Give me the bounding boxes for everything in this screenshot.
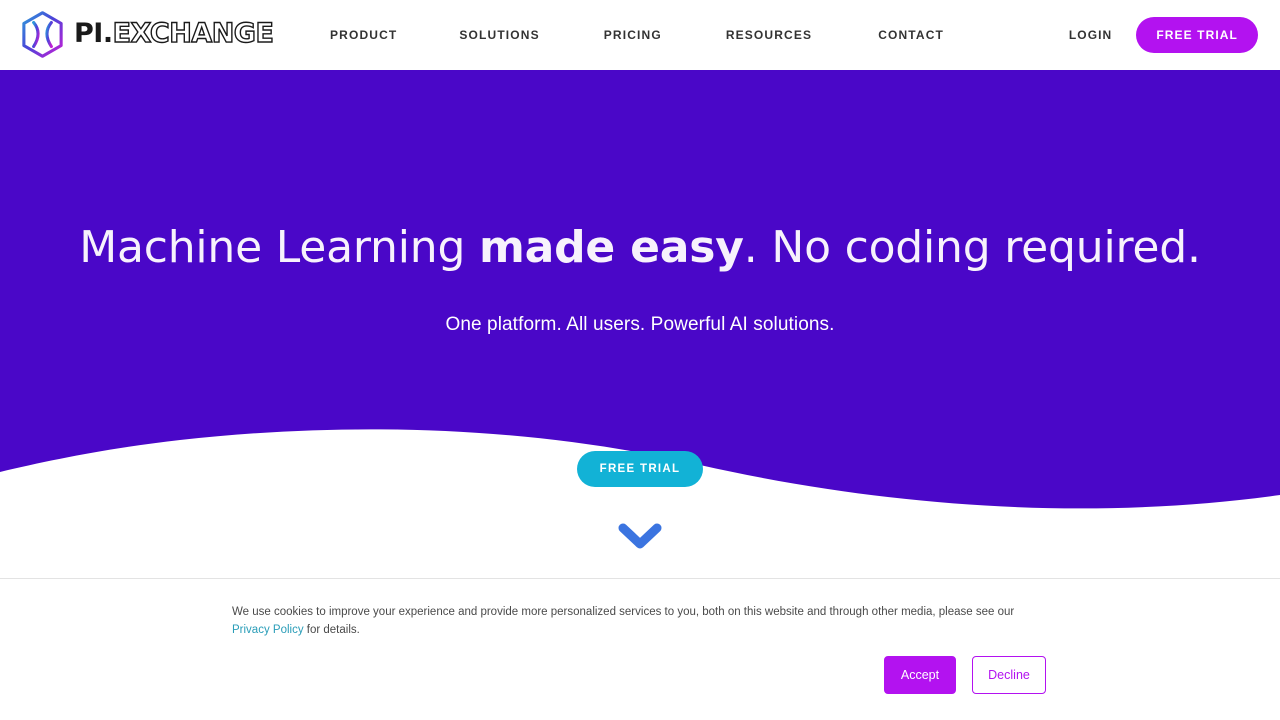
brand-logo[interactable]: PI. EXCHANGE	[20, 11, 275, 58]
hero-subtitle: One platform. All users. Powerful AI sol…	[445, 314, 835, 335]
cookie-text-after-link: for details.	[303, 624, 360, 636]
hero-wave-background	[0, 70, 1280, 509]
brand-wordmark: PI. EXCHANGE	[74, 17, 275, 50]
nav-item-contact[interactable]: CONTACT	[878, 20, 944, 50]
site-header: PI. EXCHANGE PRODUCT SOLUTIONS PRICING R…	[0, 0, 1280, 70]
hero-title-part1: Machine Learning	[79, 222, 479, 273]
privacy-policy-link[interactable]: Privacy Policy	[232, 624, 304, 636]
header-actions: LOGIN FREE TRIAL	[1069, 0, 1258, 70]
primary-navigation: PRODUCT SOLUTIONS PRICING RESOURCES CONT…	[330, 0, 944, 70]
hero-section: Machine Learning made easy. No coding re…	[0, 70, 1280, 510]
scroll-down-button[interactable]	[0, 520, 1280, 557]
cookie-text-before-link: We use cookies to improve your experienc…	[232, 606, 1015, 618]
hero-title: Machine Learning made easy. No coding re…	[0, 226, 1280, 270]
cookie-consent-actions: Accept Decline	[884, 656, 1046, 694]
accept-cookies-button[interactable]: Accept	[884, 656, 956, 694]
chevron-down-icon	[617, 523, 663, 556]
hero-cta-container: FREE TRIAL	[0, 451, 1280, 487]
nav-item-resources[interactable]: RESOURCES	[726, 20, 812, 50]
nav-item-solutions[interactable]: SOLUTIONS	[459, 20, 539, 50]
cookie-consent-text: We use cookies to improve your experienc…	[232, 603, 1044, 639]
nav-item-pricing[interactable]: PRICING	[604, 20, 662, 50]
brand-wordmark-pi: PI.	[74, 17, 113, 49]
decline-cookies-button[interactable]: Decline	[972, 656, 1046, 694]
cookie-consent-banner: We use cookies to improve your experienc…	[0, 578, 1280, 720]
hexagon-x-logo-icon	[20, 11, 65, 58]
brand-wordmark-exchange: EXCHANGE	[112, 17, 275, 49]
hero-title-part2: . No coding required.	[743, 222, 1201, 273]
free-trial-hero-button[interactable]: FREE TRIAL	[576, 451, 704, 487]
free-trial-header-button[interactable]: FREE TRIAL	[1136, 17, 1258, 53]
nav-item-product[interactable]: PRODUCT	[330, 20, 397, 50]
login-link[interactable]: LOGIN	[1069, 28, 1113, 42]
hero-title-emphasis: made easy	[478, 222, 744, 273]
